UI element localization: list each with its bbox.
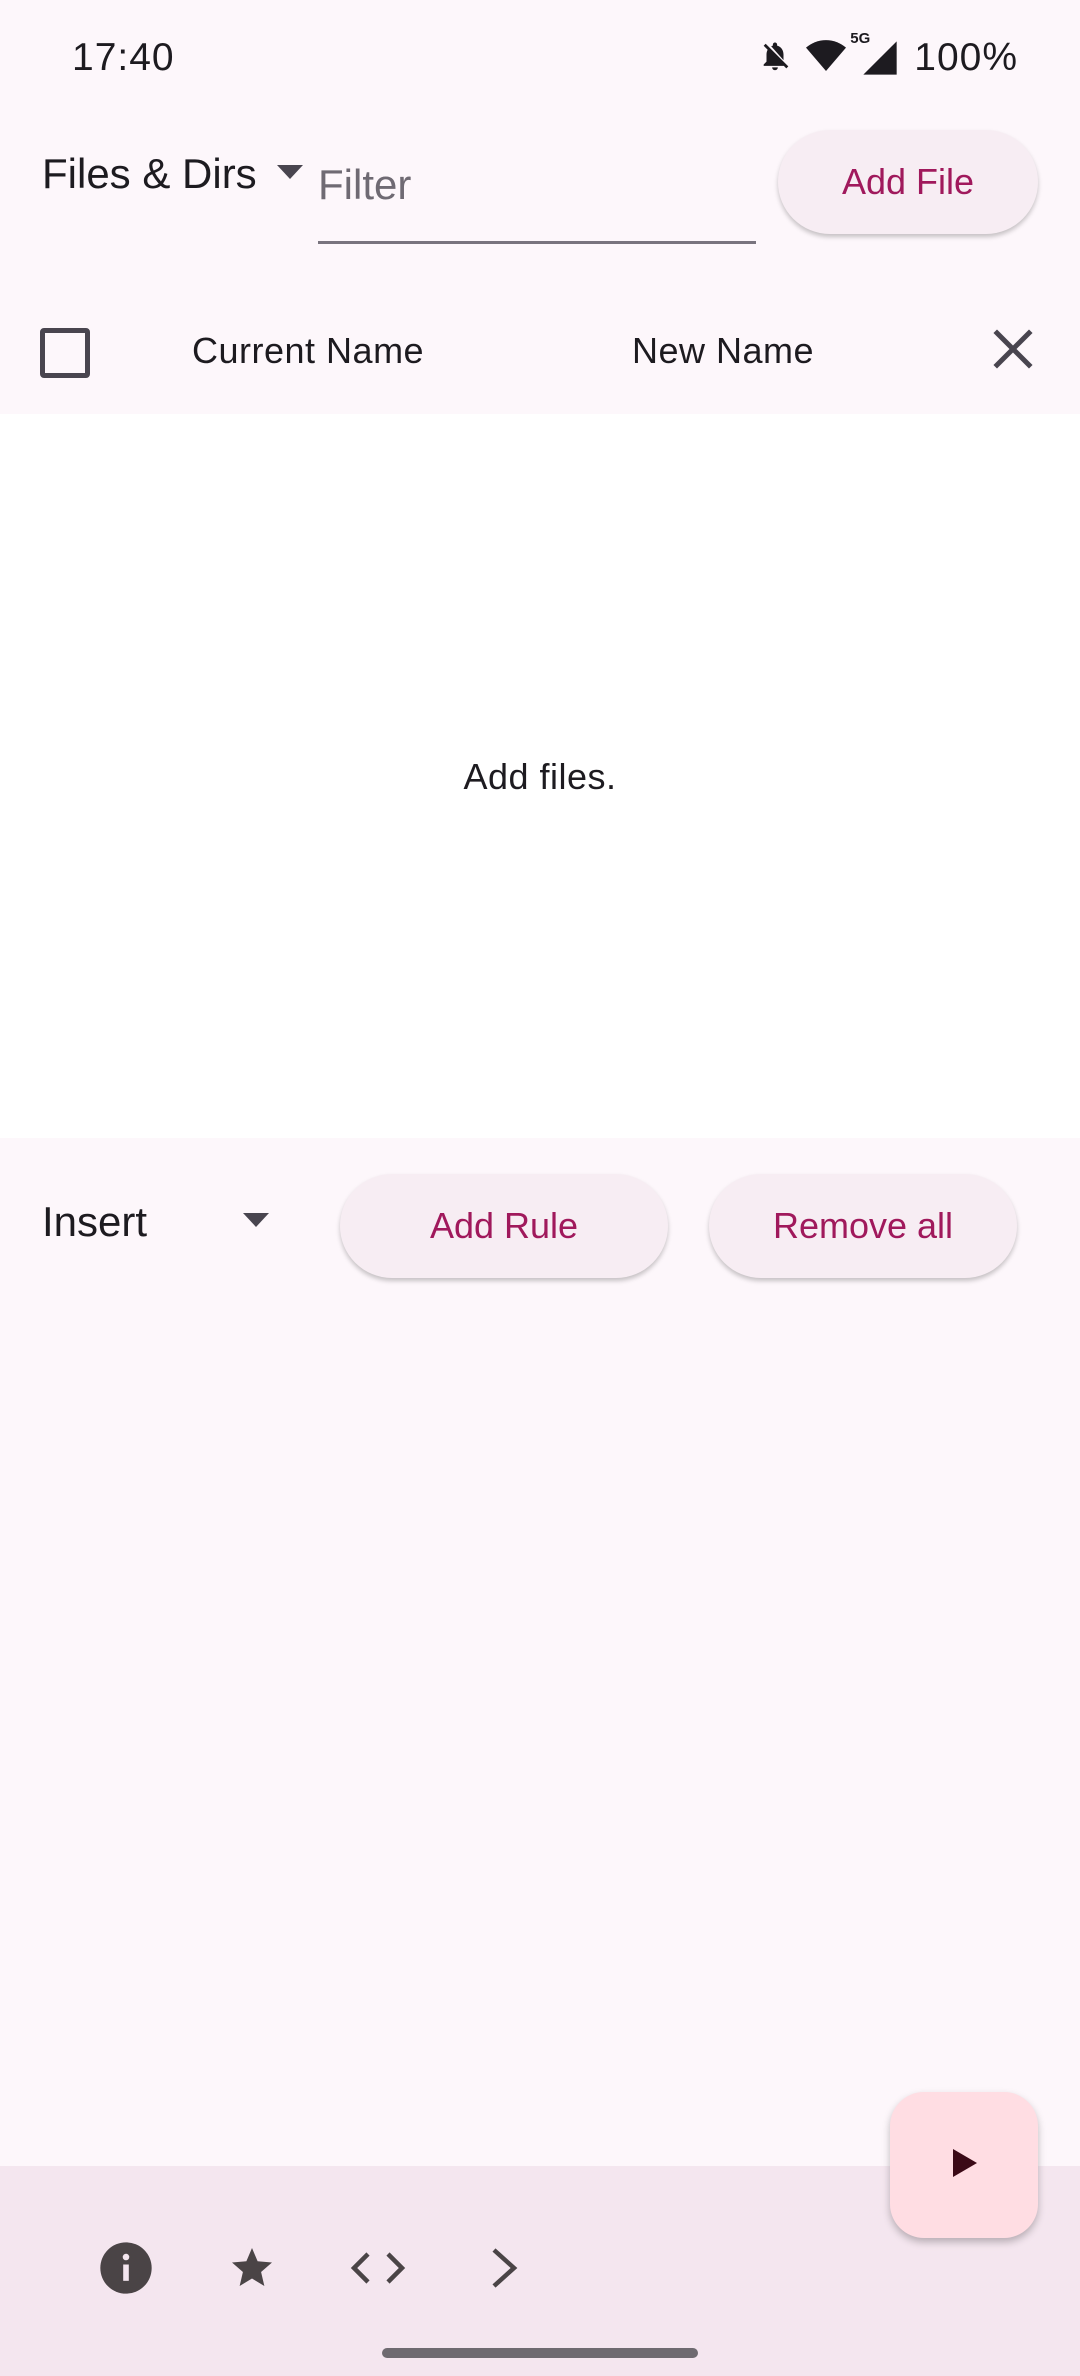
column-header-new-name: New Name (632, 330, 815, 371)
add-rule-button[interactable]: Add Rule (340, 1174, 668, 1278)
battery-level: 100% (914, 36, 1018, 79)
select-all-checkbox[interactable] (40, 328, 90, 378)
add-file-button[interactable]: Add File (778, 130, 1038, 234)
signal-5g-icon: 5G (850, 30, 900, 78)
code-icon (350, 2248, 406, 2293)
filter-field[interactable] (318, 140, 756, 244)
status-icons: 5G 100% (758, 30, 1018, 80)
network-badge: 5G (850, 30, 871, 47)
notifications-off-icon (758, 39, 792, 78)
type-dropdown-value: Files & Dirs (42, 150, 257, 197)
dropdown-arrow-icon (276, 164, 303, 184)
chevron-right-icon (488, 2246, 520, 2295)
dropdown-arrow-icon (243, 1212, 270, 1232)
empty-files-message: Add files. (463, 756, 617, 797)
remove-all-label: Remove all (772, 1205, 954, 1246)
star-icon (228, 2244, 276, 2297)
info-icon (98, 2240, 154, 2301)
wifi-icon (806, 39, 847, 78)
remove-all-button[interactable]: Remove all (709, 1174, 1017, 1278)
play-icon (949, 2147, 979, 2184)
run-fab[interactable] (890, 2092, 1038, 2238)
status-time: 17:40 (72, 36, 175, 79)
code-button[interactable] (330, 2222, 426, 2318)
type-dropdown[interactable]: Files & Dirs (42, 150, 303, 198)
add-file-label: Add File (841, 161, 975, 202)
filter-input[interactable] (318, 140, 756, 230)
favorites-button[interactable] (204, 2222, 300, 2318)
file-table-header (0, 292, 1080, 414)
column-header-current-name: Current Name (192, 330, 425, 371)
home-gesture-handle[interactable] (382, 2348, 698, 2358)
next-button[interactable] (456, 2222, 552, 2318)
close-icon[interactable] (990, 326, 1036, 377)
add-rule-label: Add Rule (429, 1205, 579, 1246)
rule-type-value: Insert (42, 1198, 148, 1245)
rule-type-dropdown[interactable]: Insert (42, 1198, 270, 1246)
info-button[interactable] (78, 2222, 174, 2318)
